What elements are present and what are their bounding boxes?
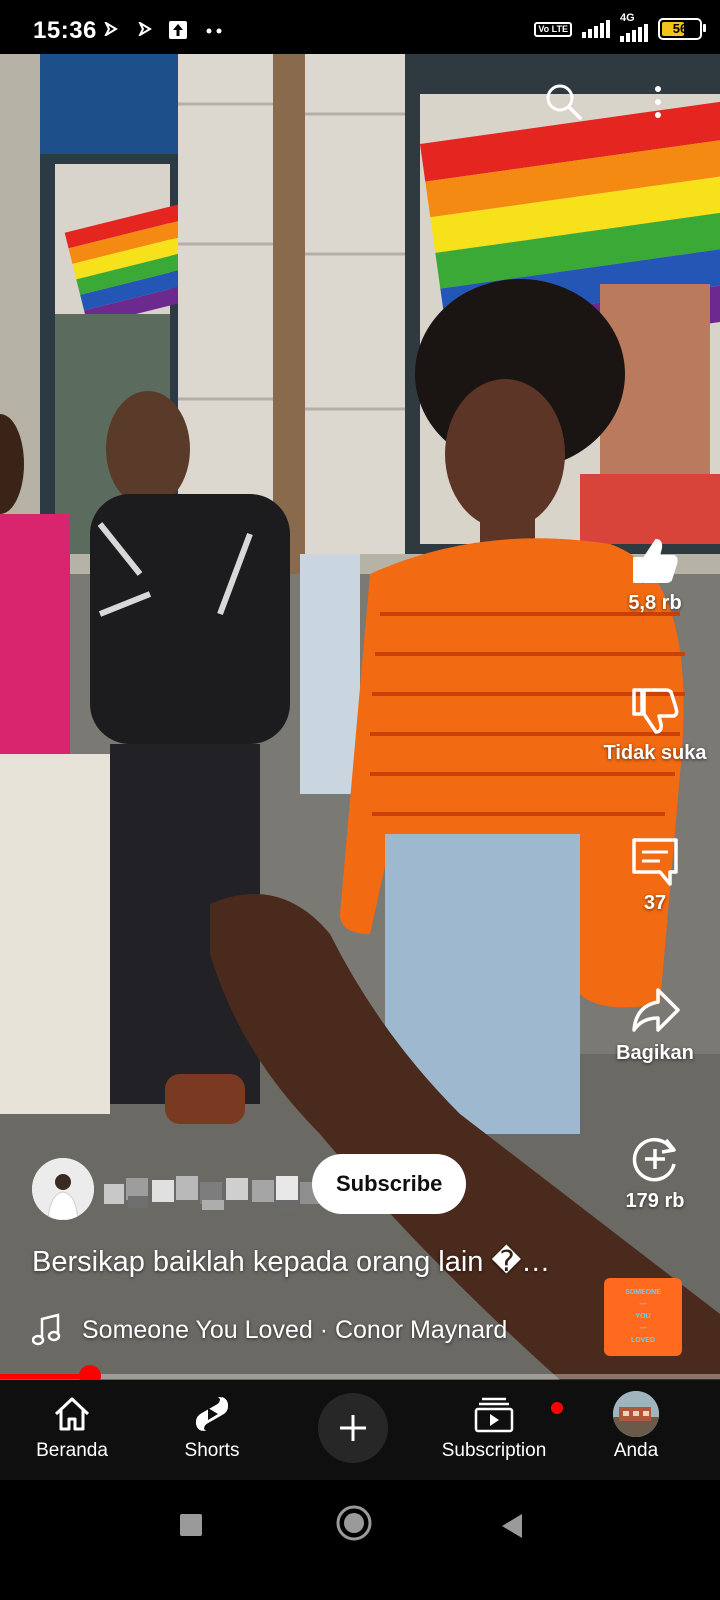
shorts-icon: [196, 1397, 228, 1431]
back-triangle-icon[interactable]: [498, 1512, 524, 1540]
progress-played: [0, 1374, 90, 1379]
channel-name-blurred[interactable]: [104, 1166, 334, 1212]
avatar-image: [613, 1391, 659, 1437]
plus-icon: [340, 1415, 366, 1441]
nav-subscriptions-label: Subscription: [441, 1440, 547, 1461]
play-notification-icon: [104, 22, 118, 36]
comment-icon: [632, 838, 678, 886]
like-count: 5,8 rb: [628, 592, 682, 614]
album-text-line: LOVED: [630, 1337, 656, 1344]
channel-avatar[interactable]: [32, 1158, 94, 1220]
share-label: Bagikan: [616, 1042, 694, 1064]
signal-icon: [582, 20, 610, 38]
music-row[interactable]: Someone You Loved · Conor Maynard: [32, 1313, 507, 1347]
channel-avatar-image: [32, 1158, 94, 1220]
nav-you-label: Anda: [613, 1440, 659, 1461]
home-circle-icon[interactable]: [335, 1504, 373, 1542]
nav-shorts[interactable]: Shorts: [142, 1380, 282, 1480]
video-progress-bar[interactable]: [0, 1365, 720, 1387]
album-text-line: YOU: [635, 1313, 651, 1320]
dislike-label: Tidak suka: [603, 742, 707, 764]
status-bar: 15:36 Vo LTE 4G 56: [0, 0, 720, 54]
new-content-dot: [549, 1400, 565, 1416]
album-text-line: —: [639, 1325, 647, 1332]
share-icon: [632, 988, 680, 1032]
recents-square-icon[interactable]: [178, 1512, 204, 1538]
nav-home-label: Beranda: [36, 1440, 108, 1461]
nav-home[interactable]: Beranda: [2, 1380, 142, 1480]
avatar: [613, 1391, 659, 1437]
more-options-icon[interactable]: [648, 84, 668, 120]
album-art[interactable]: SOMEONE — YOU — LOVED: [604, 1278, 682, 1356]
music-note-icon: [32, 1313, 61, 1346]
subscriptions-icon: [474, 1397, 514, 1433]
status-time: 15:36: [33, 17, 97, 44]
battery-icon: 56: [658, 18, 706, 40]
like-button[interactable]: 5,8 rb: [590, 534, 720, 615]
volte-icon: Vo LTE: [534, 21, 572, 37]
comment-count: 37: [643, 892, 667, 914]
search-icon[interactable]: [544, 82, 584, 122]
home-icon: [54, 1397, 90, 1431]
pixelated-channel-name: [104, 1176, 322, 1210]
music-title: Someone You Loved · Conor Maynard: [82, 1315, 508, 1344]
network-type: 4G: [620, 12, 648, 42]
create-button[interactable]: [318, 1393, 388, 1463]
remix-button[interactable]: 179 rb: [590, 1132, 720, 1213]
thumbs-up-icon: [633, 539, 678, 583]
system-navigation-bar: [0, 1480, 720, 1600]
play-notification-icon: [138, 22, 152, 36]
share-button[interactable]: Bagikan: [590, 984, 720, 1065]
dislike-button[interactable]: Tidak suka: [590, 684, 720, 765]
upload-notification-icon: [169, 21, 187, 39]
comments-button[interactable]: 37: [590, 834, 720, 915]
nav-subscriptions[interactable]: Subscription: [424, 1380, 565, 1480]
album-text-line: SOMEONE: [625, 1289, 661, 1296]
remix-count: 179 rb: [625, 1190, 685, 1212]
channel-row: [32, 1158, 334, 1220]
more-notifications-icon: [206, 28, 222, 34]
nav-shorts-label: Shorts: [184, 1440, 240, 1461]
remix-icon: [632, 1137, 676, 1182]
video-title[interactable]: Bersikap baiklah kepada orang lain �…: [32, 1244, 550, 1279]
short-video-player[interactable]: 5,8 rb Tidak suka 37 Bagikan 179 rb Subs…: [0, 54, 720, 1380]
subscribe-button[interactable]: Subscribe: [312, 1154, 467, 1214]
album-text-line: —: [639, 1301, 647, 1308]
thumbs-down-icon: [632, 688, 679, 734]
nav-you[interactable]: Anda: [566, 1380, 706, 1480]
